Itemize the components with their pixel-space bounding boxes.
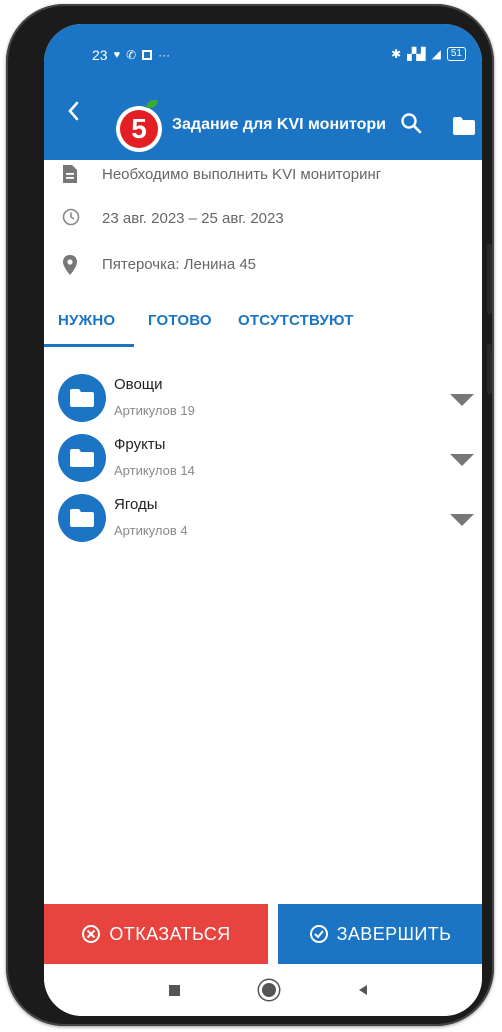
list-item[interactable]: Ягоды Артикулов 4 xyxy=(44,494,482,554)
status-time: 23 xyxy=(92,47,108,63)
category-name: Ягоды xyxy=(114,496,158,513)
battery-icon: 51 xyxy=(446,47,466,61)
tab-missing[interactable]: ОТСУТСТВУЮТ xyxy=(238,312,354,329)
description-text: Необходимо выполнить KVI мониторинг xyxy=(102,166,382,183)
cancel-button[interactable]: ОТКАЗАТЬСЯ xyxy=(44,904,268,964)
page-title: Задание для KVI монитори xyxy=(172,116,386,133)
check-circle-icon xyxy=(309,925,328,943)
category-name: Овощи xyxy=(114,376,163,393)
location-pin-icon xyxy=(62,254,82,276)
list-item[interactable]: Фрукты Артикулов 14 xyxy=(44,434,482,494)
finish-button-label: ЗАВЕРШИТЬ xyxy=(336,923,452,944)
home-circle-icon[interactable] xyxy=(254,964,284,1016)
status-bar: 23 ♥ ✆ ··· ✱ ▞▟ ◢ 51 xyxy=(44,24,482,68)
signal-icon-2: ◢ xyxy=(431,47,441,61)
pyaterochka-logo: 5 xyxy=(116,100,162,152)
system-nav-bar xyxy=(44,964,482,1016)
app-bar: 5 Задание для KVI монитори xyxy=(44,68,482,160)
cancel-circle-icon xyxy=(82,925,101,943)
back-triangle-icon[interactable] xyxy=(348,964,378,1016)
phone-icon: ✆ xyxy=(126,48,137,62)
tab-needed[interactable]: НУЖНО xyxy=(58,312,115,329)
logo-mark: 5 xyxy=(120,110,158,148)
category-count: Артикулов 19 xyxy=(114,403,195,418)
clock-icon xyxy=(62,208,82,230)
signal-icon: ▞▟ xyxy=(407,47,426,61)
volume-button xyxy=(487,244,492,314)
heart-icon: ♥ xyxy=(113,49,121,61)
notification-icon xyxy=(142,50,153,60)
category-name: Фрукты xyxy=(114,436,166,453)
category-count: Артикулов 14 xyxy=(114,463,195,478)
category-count: Артикулов 4 xyxy=(114,523,188,538)
phone-frame: 23 ♥ ✆ ··· ✱ ▞▟ ◢ 51 5 Задание для KVI м… xyxy=(6,4,494,1026)
folder-icon xyxy=(58,434,106,482)
more-icon: ··· xyxy=(158,48,171,62)
search-icon[interactable] xyxy=(400,112,422,139)
back-arrow-icon[interactable] xyxy=(66,98,80,129)
status-left: 23 ♥ ✆ ··· xyxy=(92,47,170,63)
store-text: Пятерочка: Ленина 45 xyxy=(102,256,257,273)
tab-indicator xyxy=(44,344,134,347)
expand-arrow-icon[interactable] xyxy=(448,452,476,473)
expand-arrow-icon[interactable] xyxy=(448,512,476,533)
dates-text: 23 авг. 2023 – 25 авг. 2023 xyxy=(102,210,284,227)
status-right: ✱ ▞▟ ◢ 51 xyxy=(391,47,466,61)
folder-icon[interactable] xyxy=(452,116,476,141)
bluetooth-icon: ✱ xyxy=(391,47,402,61)
recents-square-icon[interactable] xyxy=(159,964,189,1016)
logo-leaf xyxy=(146,100,158,108)
power-button xyxy=(487,344,492,394)
list-item[interactable]: Овощи Артикулов 19 xyxy=(44,374,482,434)
finish-button[interactable]: ЗАВЕРШИТЬ xyxy=(278,904,482,964)
folder-icon xyxy=(58,374,106,422)
expand-arrow-icon[interactable] xyxy=(448,392,476,413)
document-icon xyxy=(62,164,82,186)
cancel-button-label: ОТКАЗАТЬСЯ xyxy=(109,923,231,944)
screen: 23 ♥ ✆ ··· ✱ ▞▟ ◢ 51 5 Задание для KVI м… xyxy=(44,24,482,1016)
folder-icon xyxy=(58,494,106,542)
tabs: НУЖНО ГОТОВО ОТСУТСТВУЮТ xyxy=(44,306,482,348)
tab-done[interactable]: ГОТОВО xyxy=(148,312,212,329)
